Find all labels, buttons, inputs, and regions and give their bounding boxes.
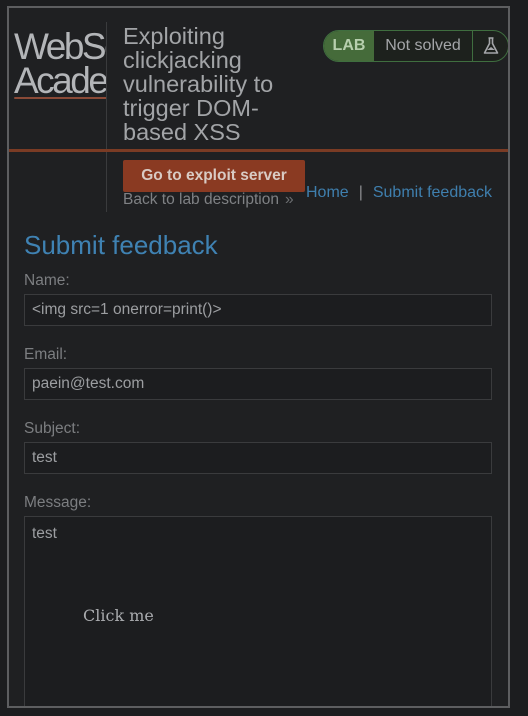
lab-label: LAB [324, 31, 374, 61]
chevron-right-icon: » [284, 191, 294, 208]
back-link-label: Back to lab description [123, 191, 279, 208]
lab-status-text: Not solved [374, 31, 473, 61]
nav-home-link[interactable]: Home [306, 184, 349, 201]
web-security-academy-logo[interactable]: WebSecurity Academy [12, 28, 106, 100]
email-label: Email: [24, 346, 68, 363]
flask-icon [473, 31, 508, 61]
top-navigation: Home | Submit feedback [306, 184, 492, 202]
nav-separator: | [358, 184, 363, 201]
header-vertical-divider [106, 22, 107, 212]
subject-label: Subject: [24, 420, 81, 437]
lab-status-badge: LAB Not solved [323, 30, 508, 62]
lab-title: Exploiting clickjacking vulnerability to… [123, 23, 274, 145]
click-me-decoy[interactable]: Click me [83, 606, 154, 625]
clickjacking-frame: WebSecurity Academy Exploiting clickjack… [7, 6, 510, 708]
go-to-exploit-server-button[interactable]: Go to exploit server [123, 160, 305, 192]
nav-submit-feedback-link[interactable]: Submit feedback [373, 184, 492, 201]
message-label: Message: [24, 494, 92, 511]
header-divider [9, 149, 508, 152]
logo-underline [14, 97, 106, 99]
page-title: Submit feedback [24, 230, 218, 260]
subject-field[interactable]: test [24, 442, 492, 474]
name-field[interactable]: <img src=1 onerror=print()> [24, 294, 492, 326]
name-label: Name: [24, 272, 70, 289]
back-to-lab-description-link[interactable]: Back to lab description » [123, 191, 294, 209]
email-field[interactable]: paein@test.com [24, 368, 492, 400]
logo-line-2: Academy [14, 60, 106, 100]
